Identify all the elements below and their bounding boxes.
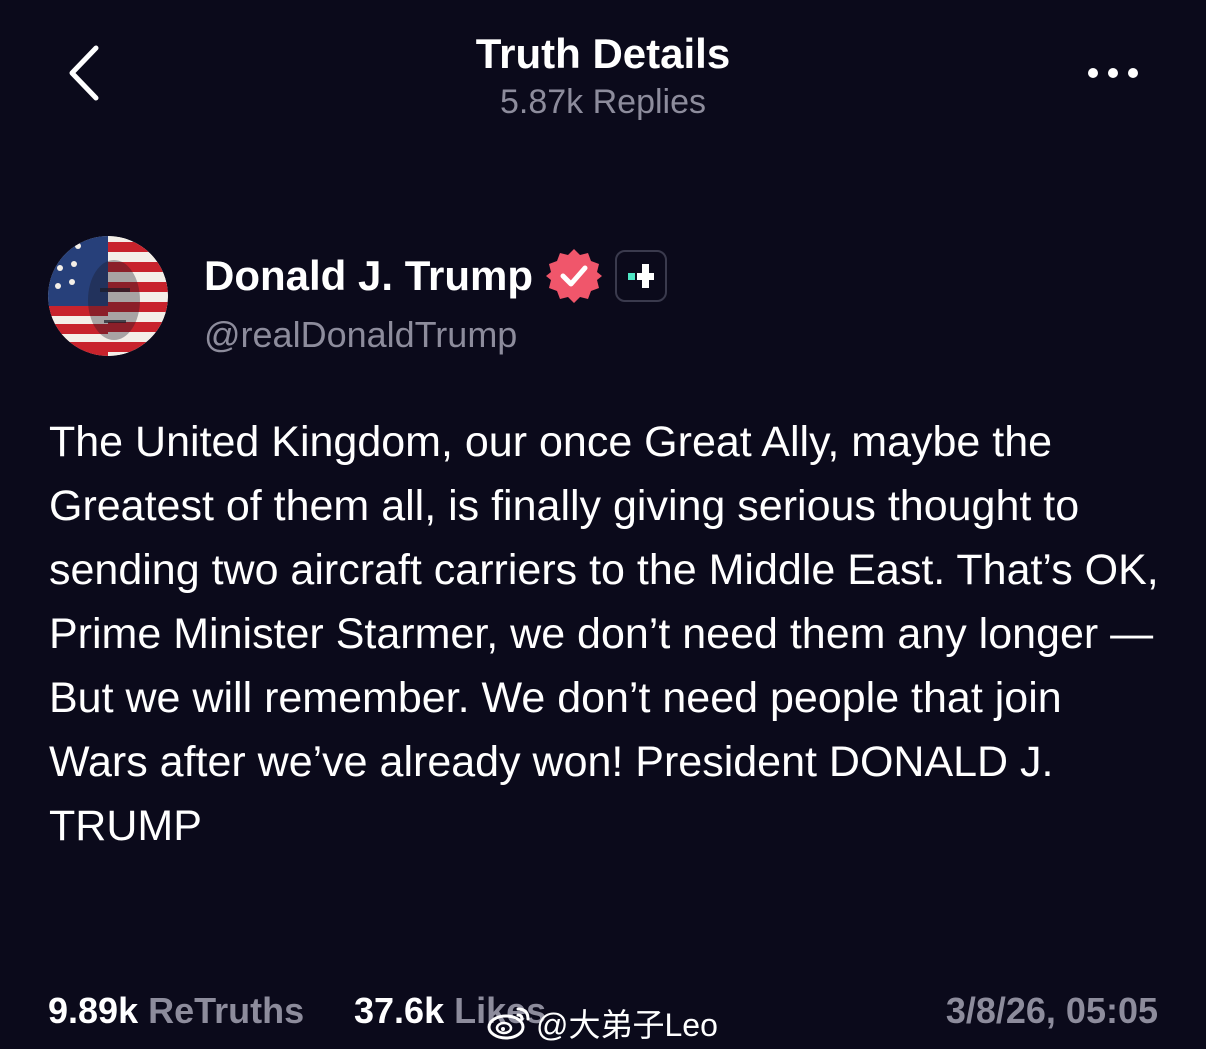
user-handle[interactable]: @realDonaldTrump xyxy=(204,312,517,358)
retruths-count: 9.89k xyxy=(48,990,139,1031)
truth-plus-icon xyxy=(628,264,655,288)
display-name[interactable]: Donald J. Trump xyxy=(204,247,533,305)
post-text: The United Kingdom, our once Great Ally,… xyxy=(49,418,1159,850)
weibo-icon xyxy=(487,1007,530,1040)
page-title: Truth Details xyxy=(475,30,731,77)
truth-plus-badge xyxy=(615,250,668,302)
avatar[interactable] xyxy=(48,236,168,356)
more-options-button[interactable] xyxy=(1080,58,1146,88)
replies-count: 5.87k Replies xyxy=(499,83,706,121)
author-row: Donald J. Trump @realDonaldTrump xyxy=(48,236,1148,358)
retruths-label: ReTruths xyxy=(148,990,305,1031)
header: Truth Details 5.87k Replies xyxy=(0,0,1206,140)
watermark-text: @大弟子Leo xyxy=(536,1007,718,1043)
watermark: @大弟子Leo xyxy=(486,1002,718,1044)
name-row: Donald J. Trump xyxy=(204,246,668,306)
verified-badge-icon xyxy=(546,249,603,303)
retruths-stat[interactable]: 9.89k ReTruths xyxy=(48,988,304,1034)
post-timestamp: 3/8/26, 05:05 xyxy=(945,990,1158,1031)
more-horizontal-icon xyxy=(1088,68,1138,78)
title-block: Truth Details 5.87k Replies xyxy=(0,28,1206,124)
likes-count: 37.6k xyxy=(354,990,445,1031)
